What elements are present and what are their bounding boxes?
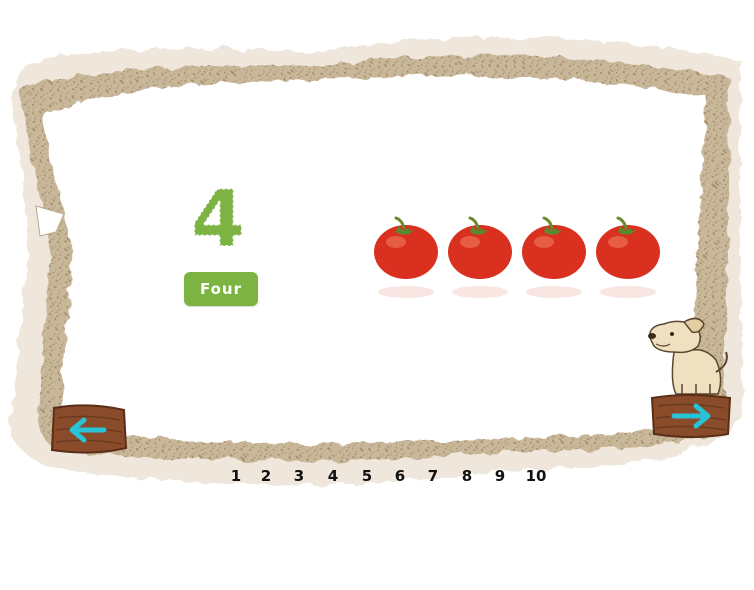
page-link-8[interactable]: 8 bbox=[450, 467, 484, 485]
page-link-6[interactable]: 6 bbox=[384, 467, 416, 485]
tomato-icon bbox=[522, 216, 586, 298]
number-word-label: Four bbox=[199, 280, 243, 298]
numeral-glyph: 4 bbox=[190, 178, 246, 258]
page-link-5[interactable]: 5 bbox=[350, 467, 384, 485]
tomato-icon bbox=[374, 216, 438, 298]
dog-icon bbox=[648, 317, 728, 395]
previous-button[interactable] bbox=[48, 402, 130, 458]
page-link-2[interactable]: 2 bbox=[250, 467, 282, 485]
tomato-icon bbox=[596, 216, 660, 298]
number-word-badge: Four bbox=[184, 272, 258, 306]
numeral-text: 4 bbox=[191, 178, 245, 258]
next-button[interactable] bbox=[648, 390, 734, 440]
page-link-7[interactable]: 7 bbox=[416, 467, 450, 485]
page-link-4[interactable]: 4 bbox=[316, 467, 350, 485]
page-link-3[interactable]: 3 bbox=[282, 467, 316, 485]
page-link-1[interactable]: 1 bbox=[222, 467, 250, 485]
counting-items bbox=[370, 212, 670, 308]
tomato-icon bbox=[448, 216, 512, 298]
game-screen: 4 Four 1 2 3 4 5 6 7 8 9 10 bbox=[0, 0, 754, 590]
number-pager: 1 2 3 4 5 6 7 8 9 10 bbox=[222, 462, 556, 490]
page-link-9[interactable]: 9 bbox=[484, 467, 516, 485]
page-link-10[interactable]: 10 bbox=[516, 467, 556, 485]
